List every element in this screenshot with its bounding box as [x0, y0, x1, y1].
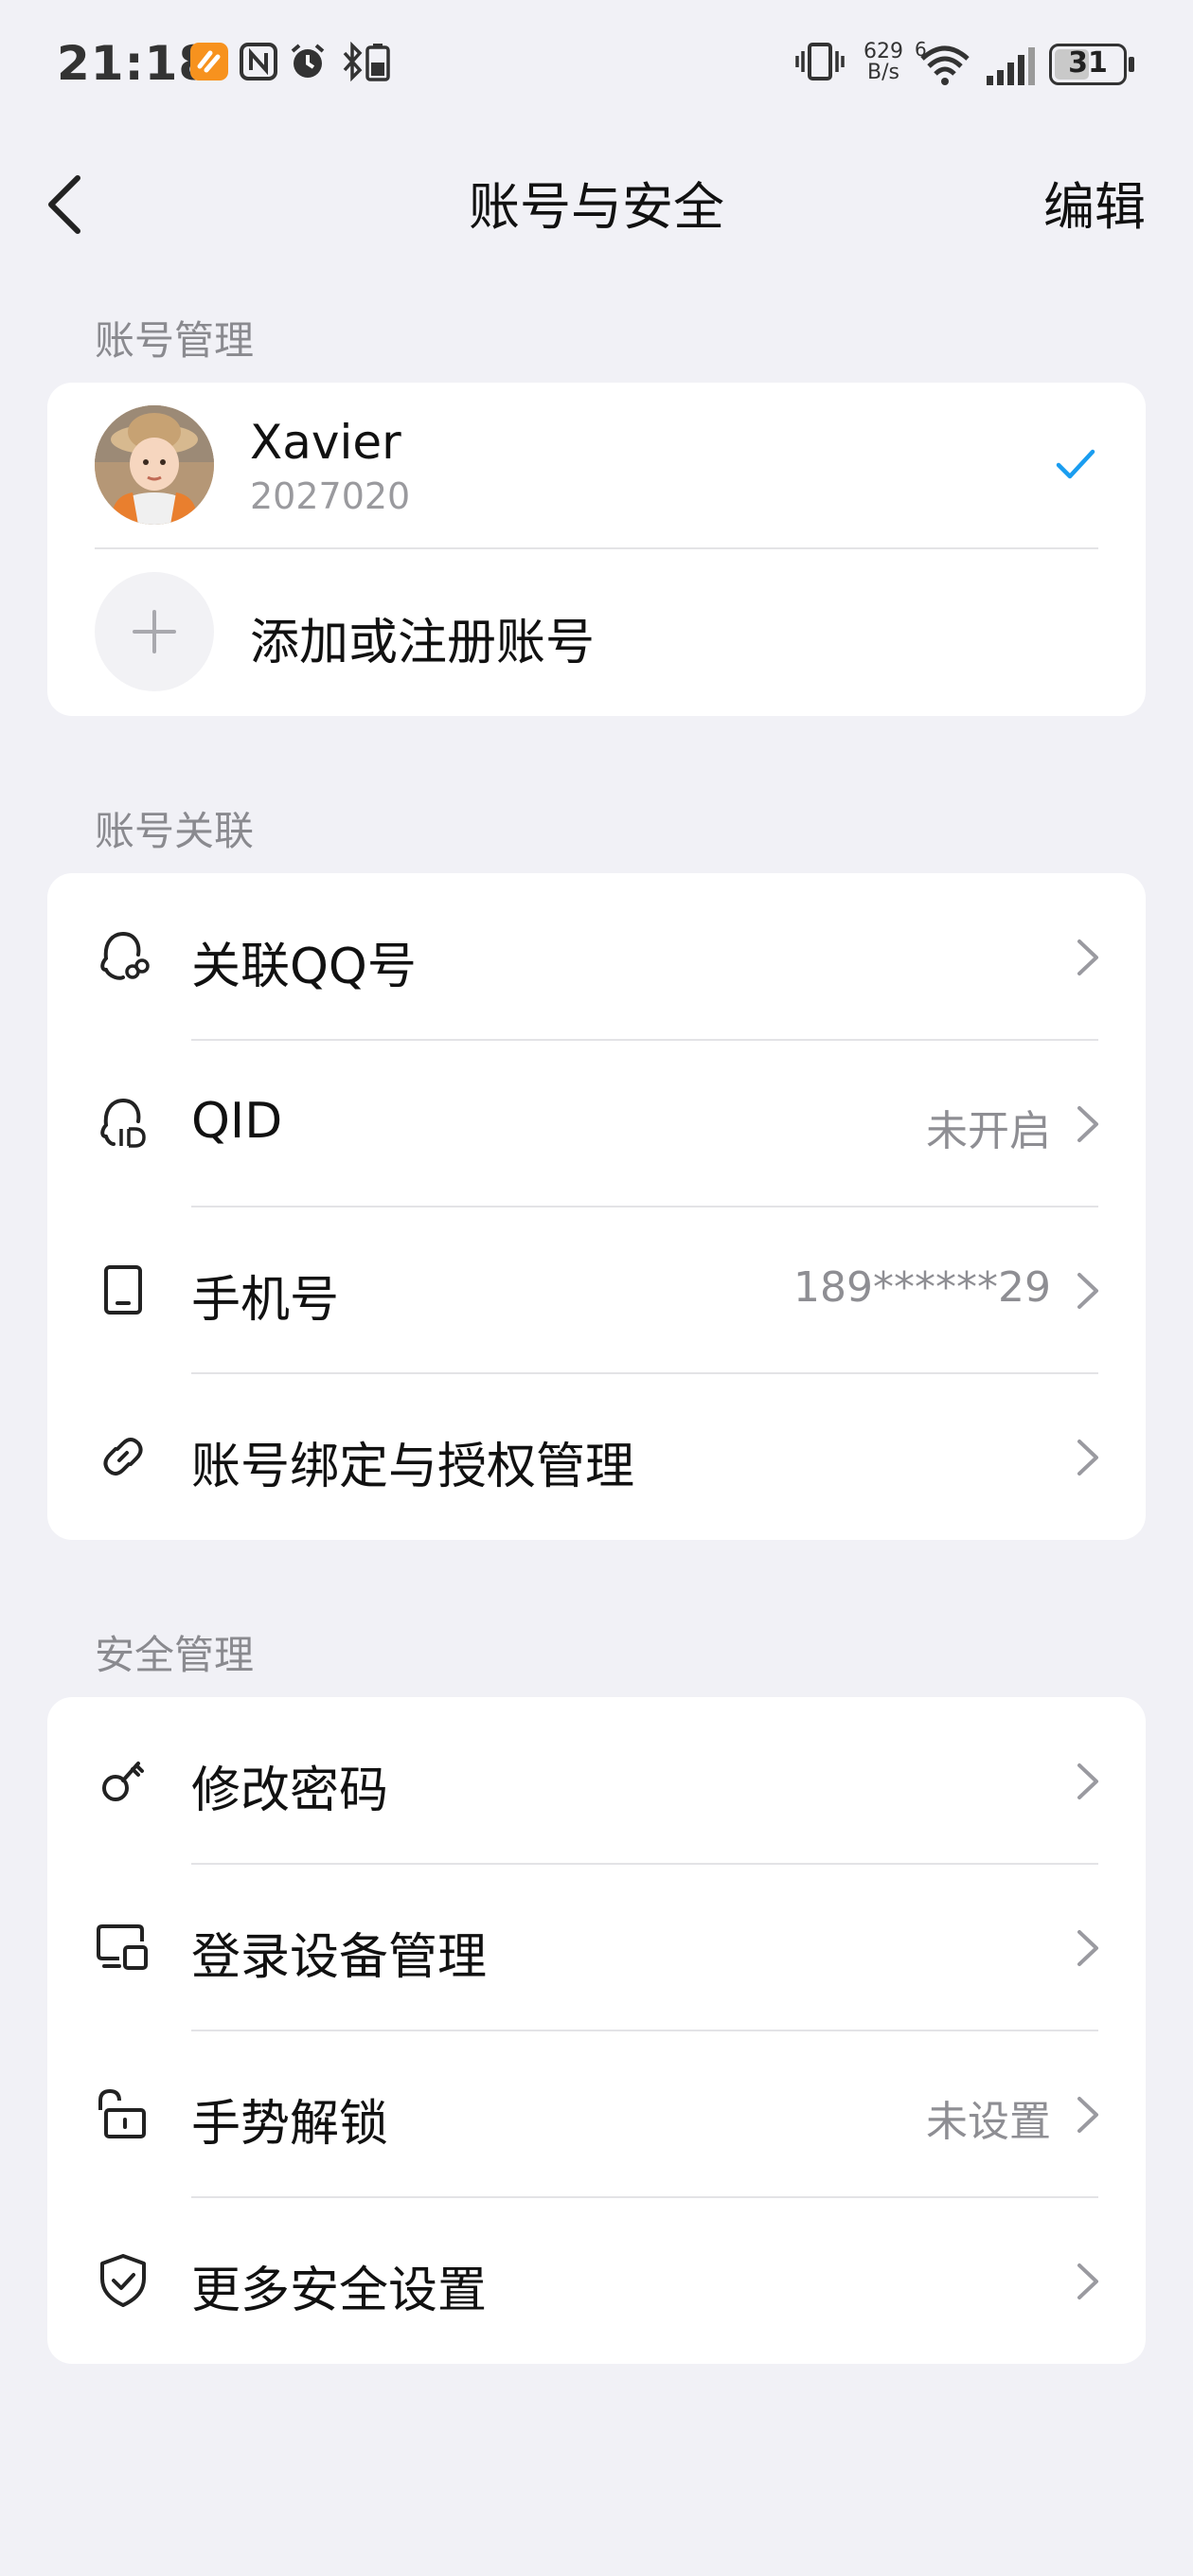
add-account-label: 添加或注册账号: [250, 615, 596, 671]
account-card: Xavier 2027020 添加或注册账号: [47, 383, 1146, 716]
vibrate-icon: [795, 42, 845, 85]
security-card: 修改密码 登录设备管理 手势解锁 未设置 更多安全设置: [47, 1697, 1146, 2364]
page-title: 账号与安全: [469, 177, 724, 237]
linking-card: 关联QQ号 QID 未开启 手机号 189******29 账号绑定与授权管理: [47, 873, 1146, 1540]
list-item-link-qq[interactable]: 关联QQ号: [47, 873, 1146, 1040]
list-item-label: 修改密码: [191, 1762, 389, 1819]
list-item-qid[interactable]: QID 未开启: [47, 1040, 1146, 1207]
section-label-linking: 账号关联: [95, 808, 255, 854]
plus-icon: [133, 610, 176, 653]
qid-icon: [100, 1098, 146, 1148]
chevron-right-icon: [1077, 1440, 1098, 1476]
list-item-gesture-unlock[interactable]: 手势解锁 未设置: [47, 2030, 1146, 2197]
list-item-value: 189******29: [793, 1263, 1051, 1312]
list-item-label: 更多安全设置: [191, 2263, 488, 2319]
network-speed: 629 B/s: [860, 42, 907, 83]
phone-icon: [104, 1265, 142, 1315]
edit-button[interactable]: 编辑: [1043, 165, 1146, 240]
bluetooth-battery-icon: [339, 41, 396, 85]
chevron-right-icon: [1077, 2263, 1098, 2299]
network-speed-unit: B/s: [867, 61, 899, 84]
list-item-phone[interactable]: 手机号 189******29: [47, 1207, 1146, 1373]
list-item-label: 账号绑定与授权管理: [191, 1439, 635, 1495]
current-account-row[interactable]: Xavier 2027020: [47, 383, 1146, 547]
list-item-value: 未设置: [926, 2098, 1051, 2146]
battery-icon: 31: [1049, 44, 1134, 85]
app-notification-icon: [189, 42, 229, 85]
network-speed-value: 629: [864, 40, 903, 63]
devices-icon: [97, 1924, 148, 1970]
list-item-label: 登录设备管理: [191, 1929, 488, 1986]
link-icon: [103, 1438, 143, 1476]
list-item-change-password[interactable]: 修改密码: [47, 1697, 1146, 1864]
chevron-right-icon: [1077, 939, 1098, 975]
account-id: 2027020: [250, 475, 411, 517]
list-item-value: 未开启: [926, 1107, 1051, 1155]
alarm-icon: [288, 42, 328, 85]
status-bar: 21:18 629 B/s 6 31: [0, 0, 1193, 133]
avatar: [95, 405, 214, 525]
list-item-label: 关联QQ号: [191, 939, 417, 995]
chevron-right-icon: [1077, 1106, 1098, 1142]
add-account-circle: [95, 572, 214, 691]
key-icon: [102, 1762, 144, 1801]
list-item-login-devices[interactable]: 登录设备管理: [47, 1864, 1146, 2030]
section-label-account: 账号管理: [95, 317, 255, 364]
chevron-right-icon: [1077, 1273, 1098, 1309]
shield-icon: [100, 2254, 146, 2307]
section-label-security: 安全管理: [95, 1632, 255, 1678]
qq-link-icon: [100, 931, 150, 980]
nfc-icon: [239, 42, 278, 85]
checkmark-icon: [1056, 449, 1095, 479]
chevron-right-icon: [1077, 2097, 1098, 2133]
chevron-right-icon: [1077, 1763, 1098, 1799]
list-item-more-security[interactable]: 更多安全设置: [47, 2197, 1146, 2364]
navigation-header: 账号与安全 编辑: [0, 142, 1193, 256]
account-name: Xavier: [250, 415, 401, 470]
battery-level: 31: [1068, 46, 1108, 80]
chevron-right-icon: [1077, 1930, 1098, 1966]
add-account-row[interactable]: 添加或注册账号: [47, 549, 1146, 714]
list-item-label: 手势解锁: [191, 2096, 389, 2153]
list-item-label: 手机号: [191, 1272, 340, 1329]
list-item-binding-authorization[interactable]: 账号绑定与授权管理: [47, 1373, 1146, 1540]
unlock-icon: [98, 2088, 146, 2138]
cellular-signal-icon: [985, 45, 1038, 91]
list-item-label: QID: [191, 1093, 283, 1150]
